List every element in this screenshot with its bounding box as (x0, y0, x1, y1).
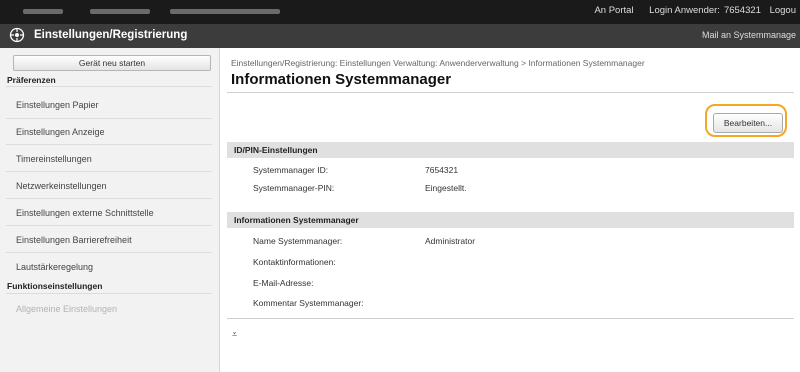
divider (6, 144, 212, 145)
divider (6, 293, 212, 294)
bottom-divider (227, 318, 794, 319)
section-preferences: Präferenzen (7, 75, 56, 85)
edit-button[interactable]: Bearbeiten... (713, 113, 783, 133)
breadcrumb: Einstellungen/Registrierung: Einstellung… (231, 58, 645, 68)
sidebar-item-timer[interactable]: Timereinstellungen (16, 154, 92, 164)
sidebar-item-volume[interactable]: Lautstärkeregelung (16, 262, 93, 272)
mail-admin-link[interactable]: Mail an Systemmanage (702, 30, 796, 40)
divider (6, 86, 212, 87)
title-divider (227, 92, 794, 93)
logout-link[interactable]: Logou (770, 5, 796, 16)
sidebar-item-display[interactable]: Einstellungen Anzeige (16, 127, 105, 137)
login-user: 7654321 (723, 5, 761, 16)
title-bar: Einstellungen/Registrierung Mail an Syst… (0, 24, 800, 48)
portal-link[interactable]: An Portal (594, 5, 633, 16)
blurred-text (170, 9, 280, 14)
sidebar-item-paper[interactable]: Einstellungen Papier (16, 100, 99, 110)
field-value: Eingestellt. (425, 183, 467, 193)
app-title: Einstellungen/Registrierung (34, 29, 188, 41)
divider (6, 198, 212, 199)
group-heading-id-pin: ID/PIN-Einstellungen (227, 142, 794, 158)
blurred-text (23, 9, 63, 14)
sidebar-item-network[interactable]: Netzwerkeinstellungen (16, 181, 107, 191)
field-label: E-Mail-Adresse: (253, 278, 314, 288)
divider (6, 118, 212, 119)
field-label: Kommentar Systemmanager: (253, 298, 364, 308)
scroll-to-top-icon[interactable]: ⩡ (232, 329, 237, 340)
divider (6, 252, 212, 253)
divider (6, 171, 212, 172)
field-value: Administrator (425, 236, 476, 246)
login-label: Login Anwender: (649, 5, 720, 16)
field-label: Systemmanager-PIN: (253, 183, 335, 193)
sidebar-item-accessibility[interactable]: Einstellungen Barrierefreiheit (16, 235, 132, 245)
section-functions: Funktionseinstellungen (7, 281, 103, 291)
settings-app-icon (9, 27, 25, 43)
restart-device-button[interactable]: Gerät neu starten (13, 55, 211, 71)
field-label: Kontaktinformationen: (253, 257, 336, 267)
divider (6, 225, 212, 226)
sidebar-item-general[interactable]: Allgemeine Einstellungen (16, 304, 117, 314)
field-value: 7654321 (425, 165, 459, 175)
field-label: Name Systemmanager: (253, 236, 343, 246)
top-links: An Portal Login Anwender: 7654321 Logou (581, 5, 796, 16)
main-content: Einstellungen/Registrierung: Einstellung… (220, 48, 800, 372)
sidebar: Gerät neu starten Präferenzen Einstellun… (0, 48, 220, 372)
blurred-text (90, 9, 150, 14)
top-bar: An Portal Login Anwender: 7654321 Logou (0, 0, 800, 24)
sidebar-item-external-interface[interactable]: Einstellungen externe Schnittstelle (16, 208, 154, 218)
field-label: Systemmanager ID: (253, 165, 329, 175)
page-title: Informationen Systemmanager (231, 71, 452, 88)
group-heading-admin-info: Informationen Systemmanager (227, 212, 794, 228)
